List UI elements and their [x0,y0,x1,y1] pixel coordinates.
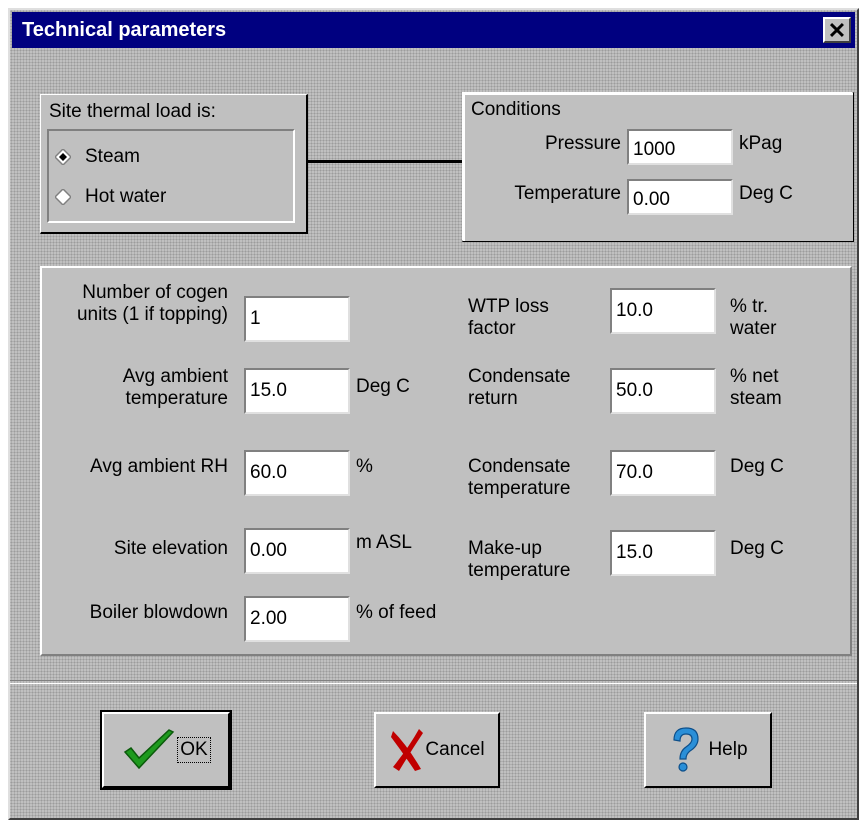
thermal-load-label: Site thermal load is: [49,101,216,122]
dialog-window: Technical parameters ✕ Site thermal load… [8,8,859,820]
ambient-rh-input[interactable]: 60.0 [244,450,350,496]
button-separator [10,680,857,684]
ambient-temp-label: Avg ambient temperature [122,366,228,409]
site-elevation-input[interactable]: 0.00 [244,528,350,574]
radio-hot-water[interactable]: Hot water [49,181,289,213]
ambient-temp-input[interactable]: 15.0 [244,368,350,414]
site-elevation-unit: m ASL [356,532,412,553]
site-elevation-label: Site elevation [113,538,228,559]
ambient-rh-label: Avg ambient RH [90,456,228,477]
wtp-loss-label: WTP loss factor [468,296,549,339]
pressure-input[interactable]: 1000 [627,129,733,165]
ok-button[interactable]: OK [100,710,232,790]
wtp-loss-input[interactable]: 10.0 [610,288,716,334]
conditions-inner: Conditions Pressure 1000 kPag Temperatur… [463,93,853,241]
condensate-temp-label: Condensate temperature [468,456,571,499]
help-button[interactable]: Help [644,712,772,788]
parameters-panel: Number of cogen units (1 if topping) 1 A… [40,266,852,656]
boiler-blowdown-label: Boiler blowdown [89,602,228,623]
wtp-loss-unit: % net % tr. water [730,296,777,339]
close-icon: ✕ [827,18,847,43]
ambient-temp-unit: Deg C [356,376,410,397]
condensate-return-unit: % net steam [730,366,782,409]
radio-hot-water-diamond-icon [55,189,71,205]
connector-line [308,160,462,163]
x-mark-icon [391,729,424,771]
question-mark-icon [673,727,700,772]
ok-label: OK [177,737,211,763]
conditions-label: Conditions [471,99,561,120]
radio-steam[interactable]: Steam [49,141,289,173]
radio-steam-label: Steam [85,146,140,167]
ambient-rh-unit: % [356,456,373,477]
condensate-return-label: Condensate return [468,366,571,409]
dialog-title: Technical parameters [22,19,227,41]
title-bar[interactable]: Technical parameters ✕ [12,12,855,48]
condensate-return-input[interactable]: 50.0 [610,368,716,414]
temperature-input[interactable]: 0.00 [627,179,733,215]
radio-hot-water-label: Hot water [85,186,167,207]
cancel-label: Cancel [425,739,485,760]
condensate-temp-unit: Deg C [730,456,784,477]
help-label: Help [708,739,748,760]
cogen-units-label: Number of cogen units (1 if topping) [76,282,228,325]
radio-steam-diamond-icon [55,149,71,165]
thermal-load-inner: Steam Hot water [47,129,295,223]
boiler-blowdown-unit: % of feed [356,602,437,623]
cancel-button[interactable]: Cancel [374,712,500,788]
pressure-label: Pressure [544,133,621,154]
pressure-unit: kPag [739,133,783,154]
boiler-blowdown-input[interactable]: 2.00 [244,596,350,642]
cogen-units-input[interactable]: 1 [244,296,350,342]
makeup-temp-label: Make-up temperature [468,538,571,581]
temperature-label: Temperature [514,183,621,204]
temperature-unit: Deg C [739,183,793,204]
close-button[interactable]: ✕ [823,17,851,43]
thermal-load-group: Site thermal load is: Steam Hot water [40,94,308,234]
condensate-temp-input[interactable]: 70.0 [610,450,716,496]
checkmark-icon [124,729,175,770]
conditions-group: Conditions Pressure 1000 kPag Temperatur… [462,92,854,242]
makeup-temp-unit: Deg C [730,538,784,559]
makeup-temp-input[interactable]: 15.0 [610,530,716,576]
